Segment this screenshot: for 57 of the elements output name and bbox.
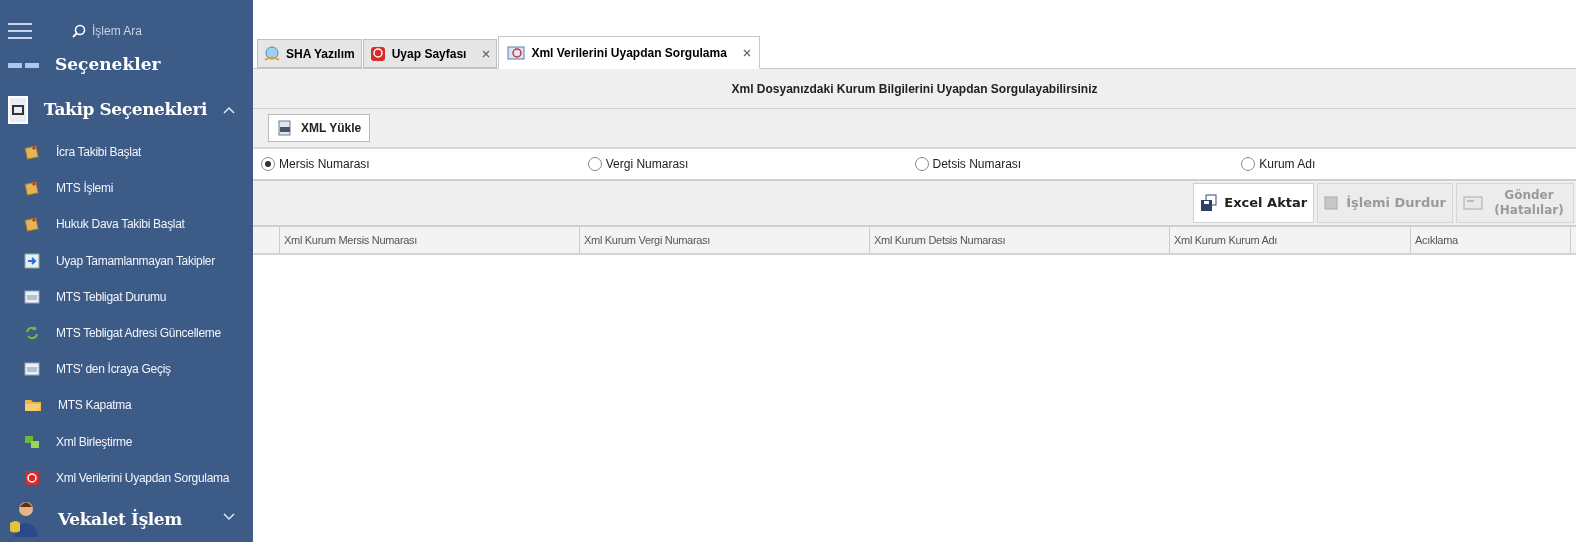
column-header[interactable]: Acıklama (1411, 227, 1571, 253)
stop-icon (1324, 196, 1339, 210)
column-header[interactable]: Xml Kurum Detsis Numarası (870, 227, 1170, 253)
search-field[interactable]: İşlem Ara (92, 22, 242, 40)
bars-icon (8, 62, 39, 68)
radio-option[interactable]: Detsis Numarası (914, 155, 1242, 173)
menu-item[interactable]: MTS Tebligat Adresi Güncelleme (0, 314, 253, 352)
radio-option[interactable]: Kurum Adı (1241, 155, 1568, 173)
caret-icon[interactable] (223, 512, 235, 521)
section-title: Seçenekler (55, 53, 162, 77)
tab[interactable]: SHA Yazılım (257, 39, 362, 68)
globe-icon (264, 45, 280, 62)
note-icon (24, 144, 40, 161)
window-icon (24, 288, 40, 305)
refresh-icon (24, 325, 40, 342)
group-header[interactable]: Vekalet İşlem (58, 507, 207, 533)
menu-item[interactable]: Xml Birleştirme (0, 423, 253, 460)
app-logo-icon (369, 45, 386, 62)
menu-item[interactable]: Hukuk Dava Takibi Başlat (0, 206, 253, 243)
menu-icon[interactable] (8, 23, 32, 39)
target-icon (507, 44, 526, 61)
column-header[interactable]: Xml Kurum Mersis Numarası (280, 227, 580, 253)
app-logo-icon (24, 469, 40, 486)
radio-button[interactable] (914, 157, 929, 171)
radio-button[interactable] (587, 157, 602, 171)
column-header[interactable]: Xml Kurum Kurum Adı (1170, 227, 1411, 253)
page-heading: Xml Dosyanızdaki Kurum Bilgilerini Uyapdan Sorgulayabilirsiniz (731, 80, 1098, 98)
note-icon (24, 180, 40, 197)
menu-item[interactable]: İcra Takibi Başlat (0, 134, 253, 171)
group-header[interactable]: Takip Seçenekleri (43, 97, 207, 123)
radio-option[interactable]: Vergi Numarası (587, 155, 915, 173)
folder-icon (24, 397, 42, 414)
close-icon[interactable] (742, 48, 751, 57)
column-header[interactable]: Xml Kurum Vergi Numarası (580, 227, 870, 253)
action-button[interactable]: Excel Aktar (1193, 183, 1315, 223)
menu-item[interactable]: Uyap Tamamlanmayan Takipler (0, 242, 253, 279)
tab[interactable]: Xml Verilerini Uyapdan Sorgulama (498, 36, 760, 69)
squares-icon (24, 433, 40, 450)
upload-button[interactable]: XML Yükle (268, 114, 371, 142)
envelope-icon (1463, 196, 1483, 210)
radio-option[interactable]: Mersis Numarası (261, 155, 588, 173)
frame-icon (8, 96, 28, 124)
radio-button[interactable] (261, 157, 275, 171)
close-icon[interactable] (482, 49, 491, 58)
save-icon (1200, 194, 1219, 212)
menu-item[interactable]: MTS Kapatma (0, 387, 253, 424)
document-icon (277, 120, 293, 136)
menu-item[interactable]: MTS İşlemi (0, 170, 253, 207)
caret-icon[interactable] (223, 106, 235, 114)
tab[interactable]: Uyap Sayfası (362, 39, 498, 68)
window-icon (24, 361, 40, 378)
note-icon (24, 216, 40, 233)
radio-button[interactable] (1241, 157, 1256, 171)
search-icon (72, 24, 86, 38)
menu-item[interactable]: MTS' den İcraya Geçiş (0, 351, 253, 388)
menu-item[interactable]: Xml Verilerini Uyapdan Sorgulama (0, 459, 253, 496)
menu-item[interactable]: MTS Tebligat Durumu (0, 278, 253, 315)
